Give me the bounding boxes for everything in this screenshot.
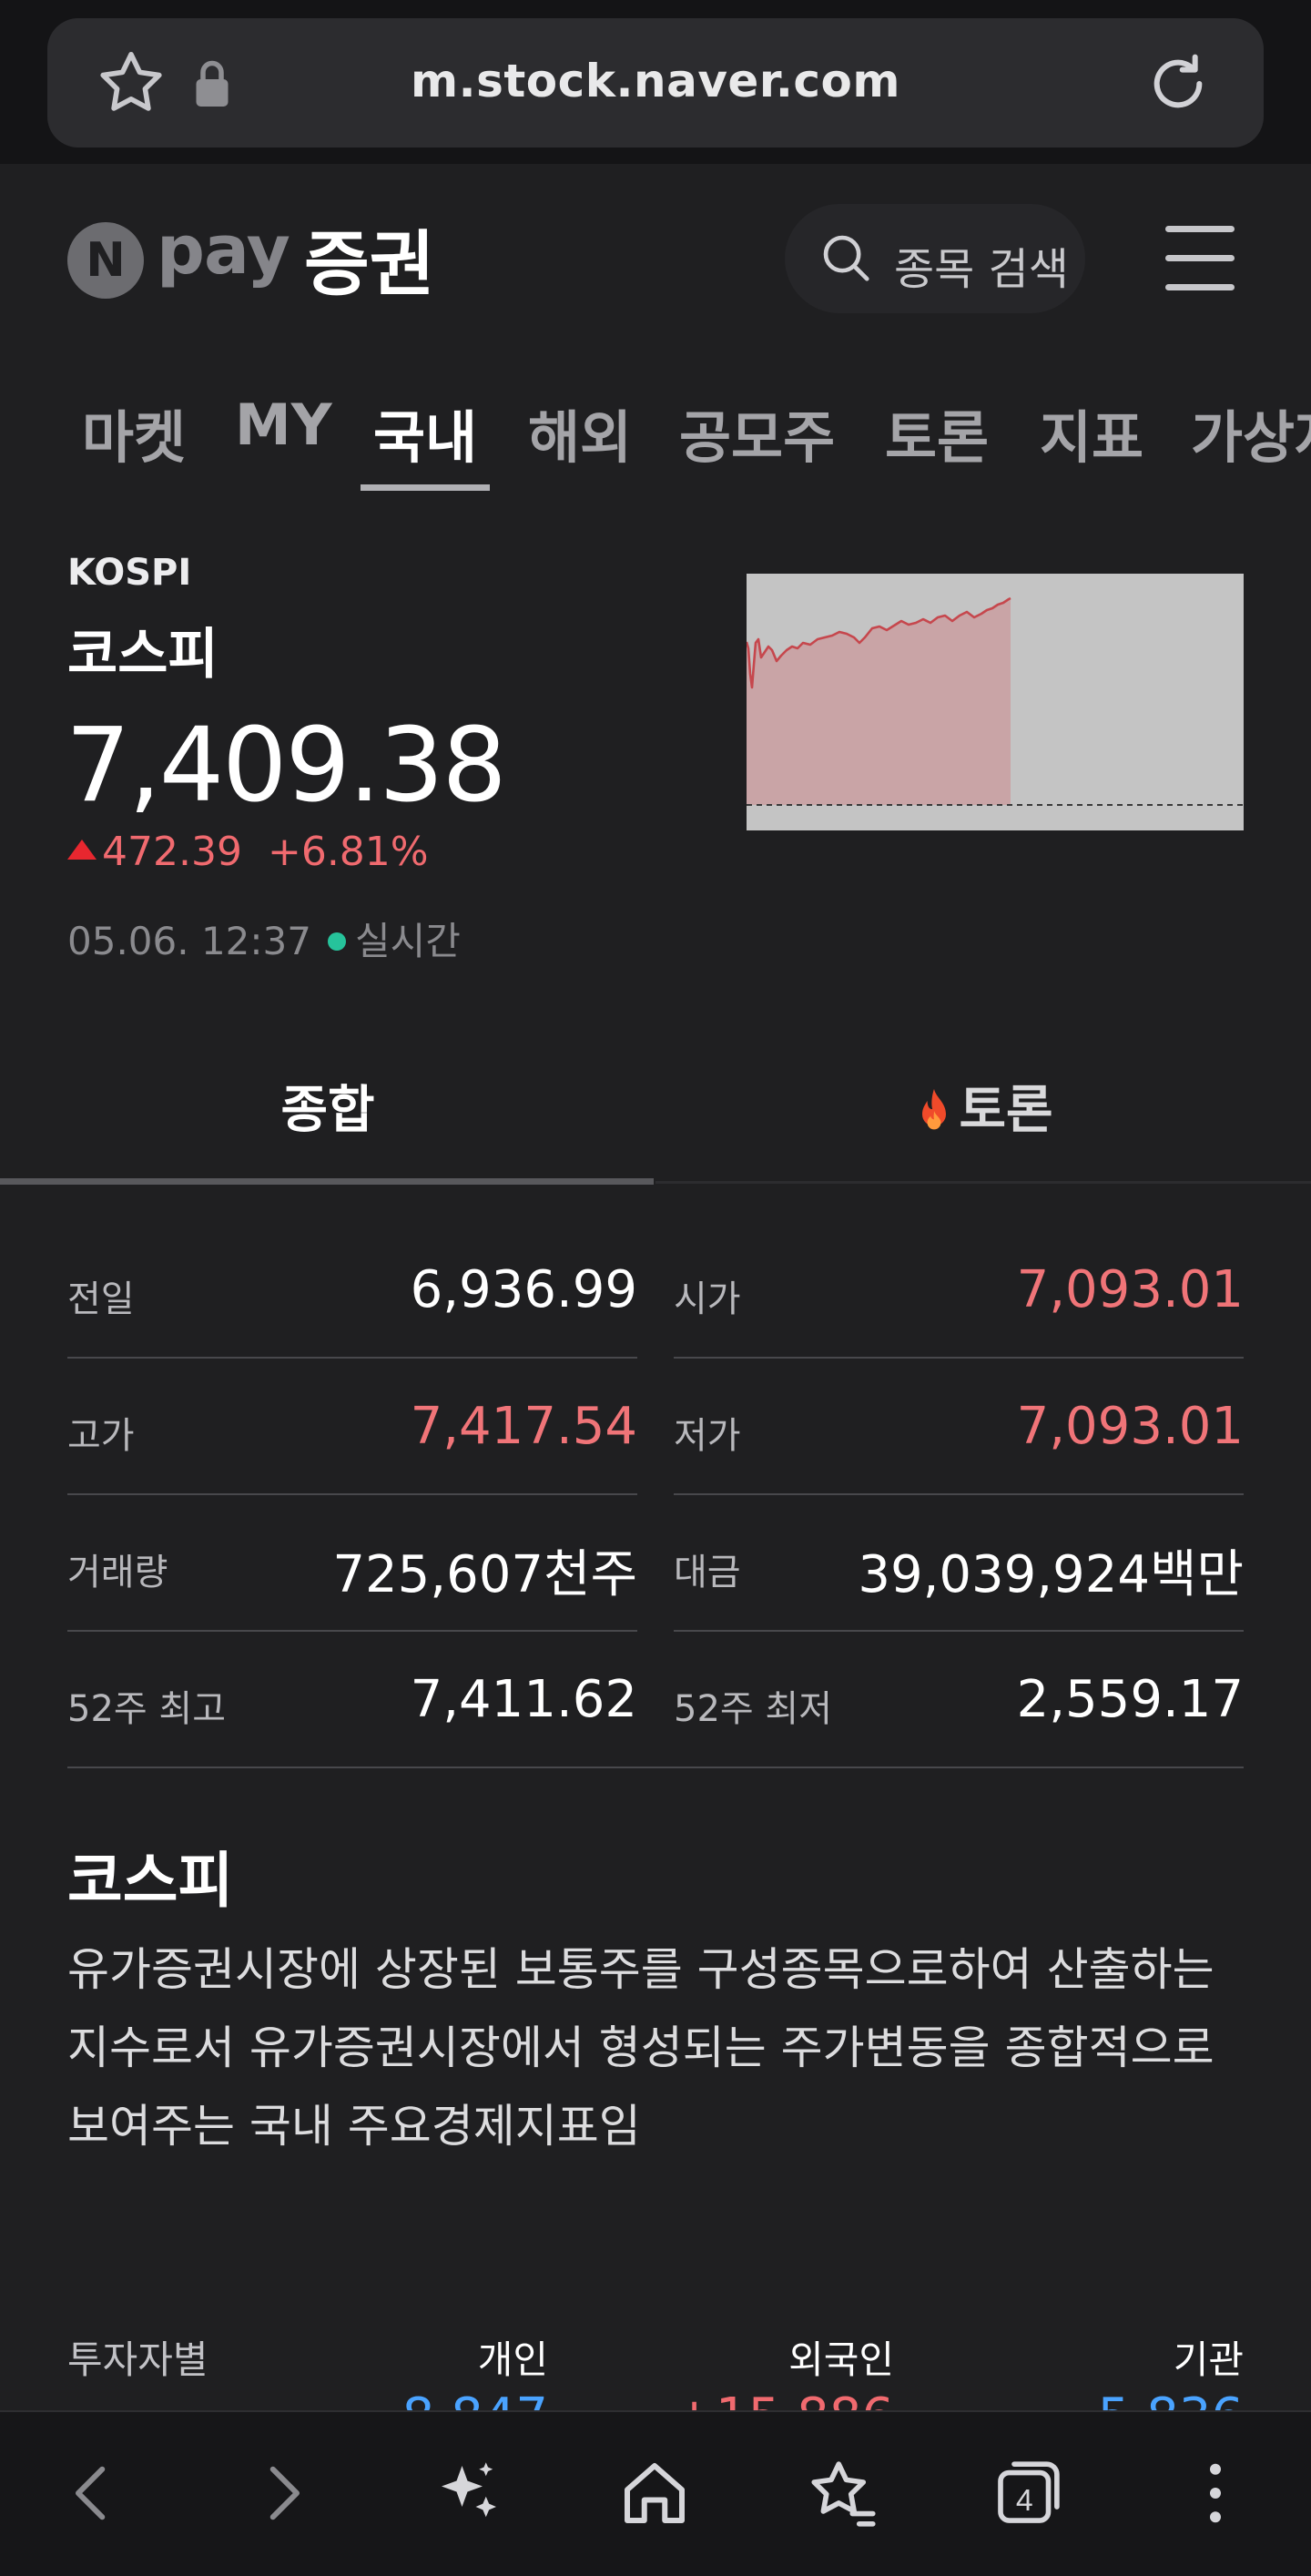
stat-label: 52주 최저 <box>674 1688 833 1730</box>
bookmarks-button[interactable] <box>801 2452 883 2534</box>
stat-label: 전일 <box>67 1278 135 1320</box>
nav-active-underline <box>361 484 490 491</box>
index-change-percent: +6.81% <box>267 829 429 875</box>
stat-value: 6,936.99 <box>410 1260 637 1319</box>
stat-prev-close: 전일 6,936.99 <box>67 1220 637 1359</box>
tab-discussion[interactable]: 토론 <box>656 1029 1311 1186</box>
index-code: KOSPI <box>67 552 192 594</box>
stat-low: 저가 7,093.01 <box>674 1357 1244 1495</box>
logo-brand: 증권 <box>304 224 435 306</box>
more-vertical-icon <box>1210 2463 1221 2523</box>
star-list-icon <box>811 2461 876 2527</box>
ai-sparkle-button[interactable] <box>428 2452 510 2534</box>
search-icon <box>823 235 869 281</box>
address-bar[interactable]: m.stock.naver.com <box>47 18 1264 148</box>
stat-value: 39,039,924백만 <box>858 1545 1244 1604</box>
main-nav-tabs: 마켓 MY 국내 해외 공모주 토론 지표 가상자 <box>0 364 1311 501</box>
url-text[interactable]: m.stock.naver.com <box>47 55 1264 107</box>
fire-icon <box>922 1088 947 1130</box>
hamburger-menu-icon[interactable] <box>1162 224 1238 293</box>
stat-52w-row: 52주 최고 7,411.62 52주 최저 2,559.17 <box>67 1630 1244 1768</box>
index-change: 472.39 +6.81% <box>67 829 429 875</box>
browser-bottom-toolbar: 4 <box>0 2410 1311 2576</box>
tab-overview[interactable]: 종합 <box>0 1029 656 1186</box>
up-triangle-icon <box>67 840 97 860</box>
reload-icon[interactable] <box>1142 47 1214 120</box>
stat-value: 7,417.54 <box>410 1397 637 1456</box>
tab-divider <box>656 1181 1311 1184</box>
stat-label: 시가 <box>674 1278 741 1320</box>
browser-top-bar: m.stock.naver.com <box>0 0 1311 164</box>
stat-value: 2,559.17 <box>1016 1670 1244 1729</box>
index-name: 코스피 <box>67 623 218 687</box>
intraday-mini-chart[interactable] <box>747 574 1244 830</box>
index-datetime: 05.06. 12:37 <box>67 919 311 963</box>
tab-active-underline <box>0 1178 654 1185</box>
n-logo-icon: N <box>67 222 144 299</box>
stock-search-button[interactable]: 종목 검색 <box>785 204 1085 313</box>
stat-high: 고가 7,417.54 <box>67 1357 637 1495</box>
nav-tab-discussion[interactable]: 토론 <box>885 392 989 473</box>
stat-52w-low: 52주 최저 2,559.17 <box>674 1630 1244 1767</box>
investor-col-foreign: 외국인 <box>788 2337 894 2382</box>
index-change-value: 472.39 <box>102 829 242 875</box>
stat-52w-high: 52주 최고 7,411.62 <box>67 1630 637 1767</box>
live-label: 실시간 <box>354 919 461 963</box>
tab-count: 4 <box>1016 2483 1033 2518</box>
search-label: 종목 검색 <box>894 244 1069 295</box>
sparkle-icon <box>442 2462 496 2518</box>
home-icon <box>625 2463 685 2523</box>
stat-trading-value: 대금 39,039,924백만 <box>674 1493 1244 1632</box>
nav-tab-crypto[interactable]: 가상자 <box>1191 392 1311 473</box>
stat-value: 7,093.01 <box>1016 1260 1244 1319</box>
nav-tab-domestic[interactable]: 국내 <box>373 392 477 473</box>
tabs-icon: 4 <box>998 2461 1060 2523</box>
tabs-button[interactable]: 4 <box>987 2452 1069 2534</box>
nav-tab-my[interactable]: MY <box>235 392 332 458</box>
tab-discussion-label: 토론 <box>959 1081 1053 1140</box>
stat-value: 725,607천주 <box>332 1545 637 1604</box>
stat-label: 저가 <box>674 1415 741 1457</box>
description-title: 코스피 <box>67 1846 234 1916</box>
site-header: N pay 증권 종목 검색 <box>0 164 1311 355</box>
description-text: 유가증권시장에 상장된 보통주를 구성종목으로하여 산출하는 지수로서 유가증권… <box>67 1943 1214 2153</box>
forward-button[interactable] <box>242 2452 324 2534</box>
more-options-button[interactable] <box>1174 2452 1256 2534</box>
stat-volume: 거래량 725,607천주 <box>67 1493 637 1632</box>
stat-open: 시가 7,093.01 <box>674 1220 1244 1359</box>
home-button[interactable] <box>614 2452 696 2534</box>
live-dot-icon <box>327 932 346 951</box>
stat-label: 고가 <box>67 1415 135 1457</box>
stat-value: 7,411.62 <box>410 1670 637 1729</box>
stat-label: 대금 <box>674 1552 741 1593</box>
nav-tab-ipo[interactable]: 공모주 <box>679 392 835 473</box>
investor-col-institution: 기관 <box>1173 2337 1244 2382</box>
investor-label: 투자자별 <box>67 2337 208 2382</box>
nav-tab-overseas[interactable]: 해외 <box>528 392 632 473</box>
content-tabs: 종합 토론 <box>0 1029 1311 1186</box>
stat-label: 52주 최고 <box>67 1688 227 1730</box>
nav-tab-market[interactable]: 마켓 <box>82 392 186 473</box>
index-timestamp: 05.06. 12:37 실시간 <box>67 911 461 966</box>
forward-arrow-icon <box>269 2466 300 2520</box>
stat-label: 거래량 <box>67 1552 168 1593</box>
logo-pay: pay <box>157 211 290 290</box>
back-arrow-icon <box>76 2466 106 2520</box>
nav-tab-indicators[interactable]: 지표 <box>1040 392 1143 473</box>
back-button[interactable] <box>51 2452 133 2534</box>
stat-value: 7,093.01 <box>1016 1397 1244 1456</box>
investor-col-individual: 개인 <box>477 2337 548 2382</box>
index-price: 7,409.38 <box>66 707 507 825</box>
